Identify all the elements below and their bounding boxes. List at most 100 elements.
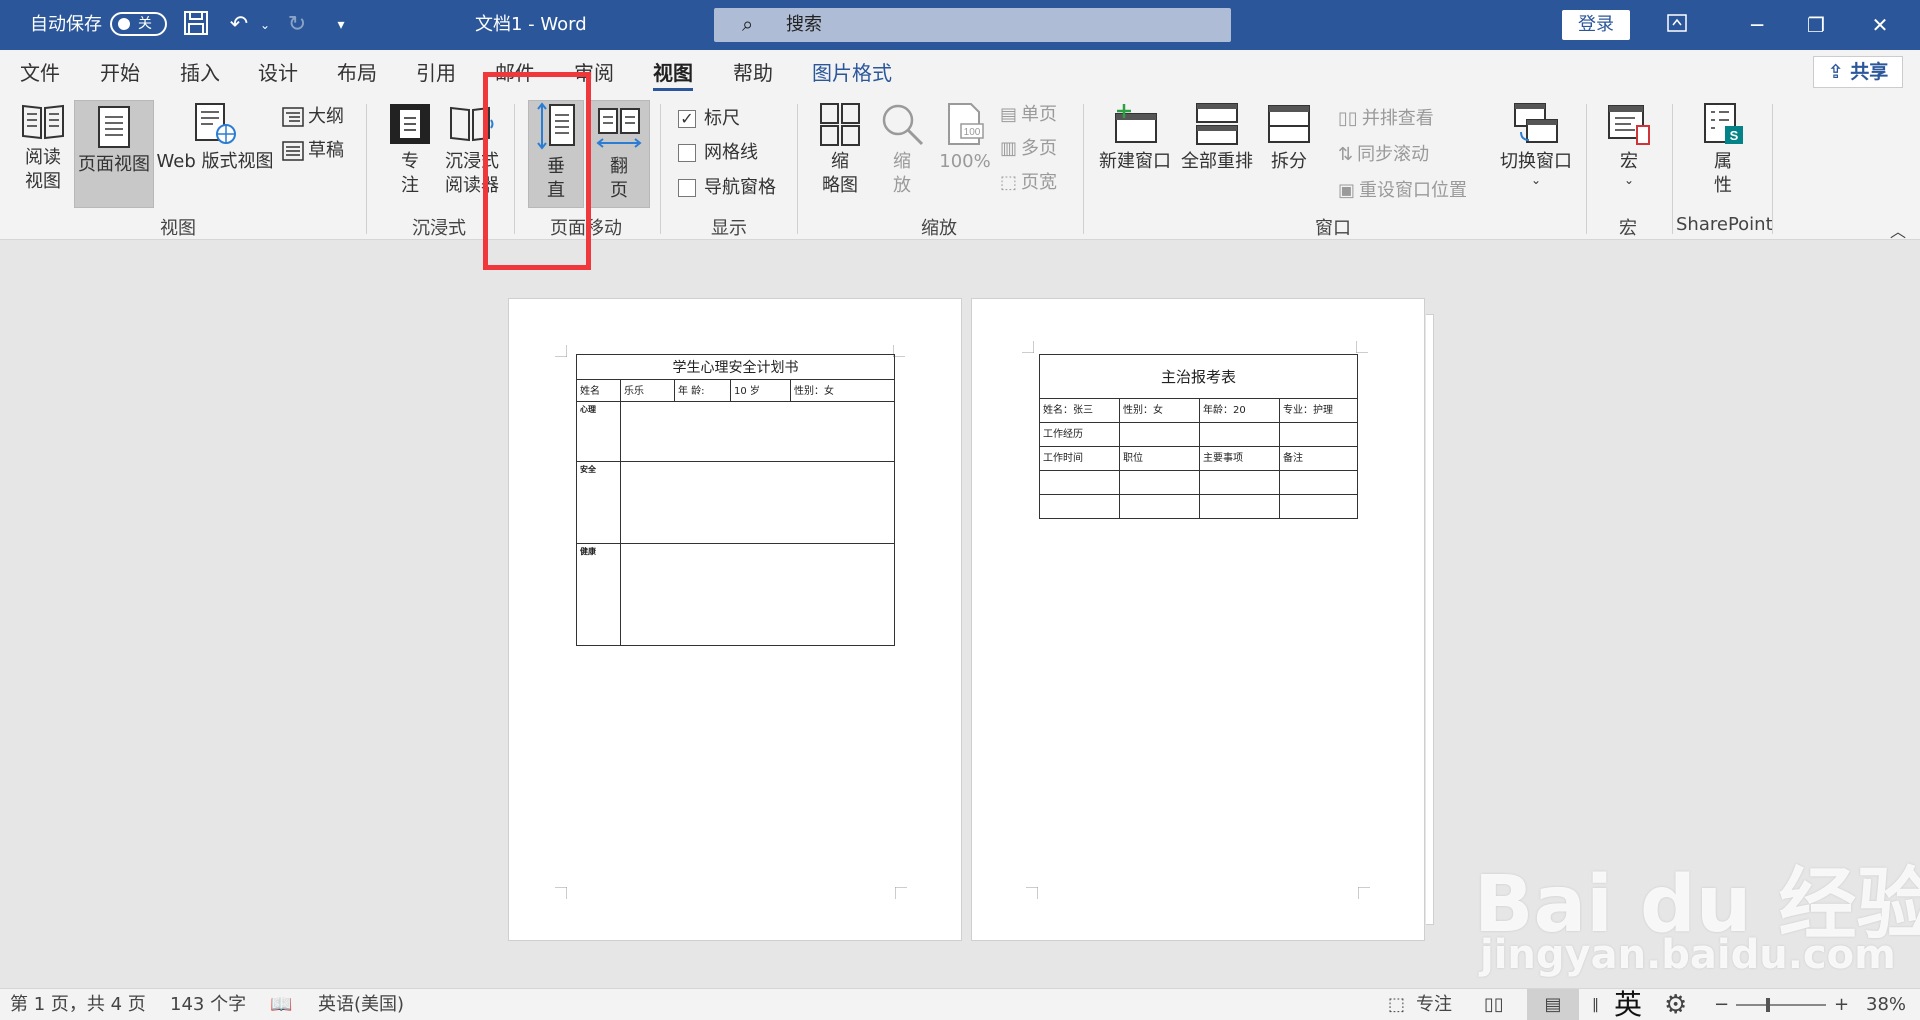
read-mode-button[interactable]: 阅读 视图 [12, 102, 74, 206]
tab-home[interactable]: 开始 [100, 60, 140, 86]
tab-picture-format[interactable]: 图片格式 [812, 60, 892, 86]
multiple-pages-button[interactable]: ▥ 多页 [1000, 136, 1057, 162]
print-layout-button[interactable]: 页面视图 [74, 100, 154, 208]
zoom-in-icon[interactable]: + [1834, 989, 1849, 1020]
zoom-100-button[interactable]: 100 100% [934, 102, 996, 206]
thumbnails-button[interactable]: 缩 略图 [812, 102, 868, 206]
arrange-all-label: 全部重排 [1181, 151, 1253, 172]
view-side-by-side-button[interactable]: ▯▯ 并排查看 [1338, 106, 1434, 132]
reset-position-label: 重设窗口位置 [1359, 180, 1468, 201]
table-cell: 乐乐 [620, 379, 675, 402]
tab-layout[interactable]: 布局 [337, 60, 377, 86]
language-indicator[interactable]: 英语(美国) [318, 989, 404, 1020]
multiple-pages-icon: ▥ [1000, 138, 1018, 159]
navigation-pane-checkbox[interactable]: 导航窗格 [678, 175, 776, 201]
settings-gear-icon[interactable]: ⚙ [1664, 989, 1687, 1020]
page-count[interactable]: 第 1 页，共 4 页 [10, 989, 146, 1020]
table-cell [1119, 422, 1200, 447]
separator [660, 104, 661, 234]
read-mode-status-icon[interactable]: ▯▯ [1484, 989, 1504, 1020]
outline-button[interactable]: 大纲 [282, 104, 344, 130]
separator [797, 104, 798, 234]
autosave-label: 自动保存 [30, 14, 102, 35]
table-title: 学生心理安全计划书 [576, 354, 895, 380]
zoom-level[interactable]: 38% [1866, 989, 1906, 1020]
side-to-side-button[interactable]: 翻 页 [588, 100, 650, 208]
outline-label: 大纲 [308, 106, 344, 127]
tab-insert[interactable]: 插入 [180, 60, 220, 86]
focus-mode-label[interactable]: 专注 [1416, 989, 1452, 1020]
redo-icon[interactable]: ↻ [282, 10, 312, 40]
group-label-zoom: 缩放 [921, 218, 957, 239]
save-icon[interactable] [181, 10, 211, 40]
menu-tabs: 文件 开始 插入 设计 布局 引用 邮件 审阅 视图 帮助 图片格式 ⇪ 共享 [0, 50, 1920, 96]
proofing-icon[interactable]: 📖 [270, 989, 292, 1020]
split-icon [1268, 105, 1310, 143]
undo-dropdown-icon[interactable]: ⌄ [250, 10, 280, 40]
search-box[interactable]: ⌕ 搜索 [714, 8, 1231, 42]
highlight-box [483, 72, 591, 270]
separator [1083, 104, 1084, 234]
reset-window-position-button[interactable]: ▣ 重设窗口位置 [1338, 178, 1467, 204]
gridlines-checkbox[interactable]: 网格线 [678, 140, 758, 166]
split-button[interactable]: 拆分 [1262, 102, 1316, 206]
tab-design[interactable]: 设计 [258, 60, 298, 86]
table-cell: 主要事项 [1199, 446, 1280, 471]
table-cell: 性别：女 [790, 379, 895, 402]
table-cell [1279, 494, 1358, 519]
one-page-button[interactable]: ▤ 单页 [1000, 102, 1057, 128]
separator [1772, 104, 1773, 234]
minimize-icon[interactable]: ─ [1727, 0, 1787, 50]
table-cell [1199, 494, 1280, 519]
status-bar: 第 1 页，共 4 页 143 个字 📖 英语(美国) ⬚ 专注 ▯▯ ▤ ‖ … [0, 988, 1920, 1020]
zoom-slider-thumb[interactable] [1766, 998, 1770, 1012]
web-page-icon [195, 103, 236, 144]
zoom-out-icon[interactable]: − [1714, 989, 1729, 1020]
web-layout-button[interactable]: Web 版式视图 [156, 102, 274, 206]
group-label-sharepoint: SharePoint [1676, 214, 1773, 235]
share-button[interactable]: ⇪ 共享 [1813, 56, 1903, 88]
word-count[interactable]: 143 个字 [170, 989, 246, 1020]
table-cell: 职位 [1119, 446, 1200, 471]
macros-button[interactable]: 宏 ⌄ [1600, 102, 1658, 206]
collapse-ribbon-icon[interactable]: ︿ [1890, 218, 1906, 242]
focus-mode-icon[interactable]: ⬚ [1388, 989, 1405, 1020]
draft-icon [282, 141, 304, 161]
autosave-toggle[interactable]: 关 [110, 12, 167, 36]
switch-windows-button[interactable]: 切换窗口 ⌄ [1496, 102, 1576, 206]
restore-icon[interactable]: ❐ [1786, 0, 1846, 50]
tab-references[interactable]: 引用 [416, 60, 456, 86]
document-page-2[interactable]: 主治报考表 姓名：张三 性别：女 年龄：20 专业：护理 工作经历 工作时间 职… [971, 298, 1425, 941]
close-icon[interactable]: ✕ [1850, 0, 1910, 50]
new-window-button[interactable]: 新建窗口 [1096, 102, 1174, 206]
login-button[interactable]: 登录 [1562, 10, 1630, 40]
checkbox-icon [678, 179, 696, 197]
focus-icon [390, 104, 430, 144]
focus-button[interactable]: 专 注 [380, 102, 440, 206]
document-page-1[interactable]: 学生心理安全计划书 姓名 乐乐 年 龄: 10 岁 性别：女 心理 安全 健康 [508, 298, 962, 941]
synchronous-scrolling-button[interactable]: ⇅ 同步滚动 [1338, 142, 1429, 168]
new-window-label: 新建窗口 [1099, 151, 1171, 172]
ime-indicator[interactable]: 英 [1614, 989, 1642, 1020]
reset-position-icon: ▣ [1338, 180, 1356, 201]
thumbnails-label: 缩 略图 [822, 151, 858, 196]
draft-button[interactable]: 草稿 [282, 138, 344, 164]
customize-qat-icon[interactable]: ▾ [326, 10, 356, 40]
ribbon-display-options-icon[interactable] [1647, 0, 1707, 50]
tab-view[interactable]: 视图 [653, 60, 693, 91]
search-placeholder: 搜索 [786, 14, 822, 35]
ruler-checkbox[interactable]: ✓ 标尺 [678, 106, 740, 132]
table-cell: 工作经历 [1039, 422, 1120, 447]
print-layout-status-icon[interactable]: ▤ [1527, 989, 1579, 1020]
properties-button[interactable]: S 属 性 [1694, 102, 1752, 206]
table-cell: 姓名：张三 [1039, 398, 1120, 423]
page-width-button[interactable]: ⬚ 页宽 [1000, 170, 1057, 196]
zoom-slider[interactable] [1736, 998, 1826, 1012]
tab-file[interactable]: 文件 [20, 60, 60, 86]
tab-help[interactable]: 帮助 [733, 60, 773, 86]
side-by-side-icon: ▯▯ [1338, 108, 1358, 129]
hundred-icon-text: 100 [964, 127, 981, 138]
crop-mark [555, 887, 567, 899]
arrange-all-button[interactable]: 全部重排 [1178, 102, 1256, 206]
zoom-button[interactable]: 缩 放 [872, 102, 932, 206]
